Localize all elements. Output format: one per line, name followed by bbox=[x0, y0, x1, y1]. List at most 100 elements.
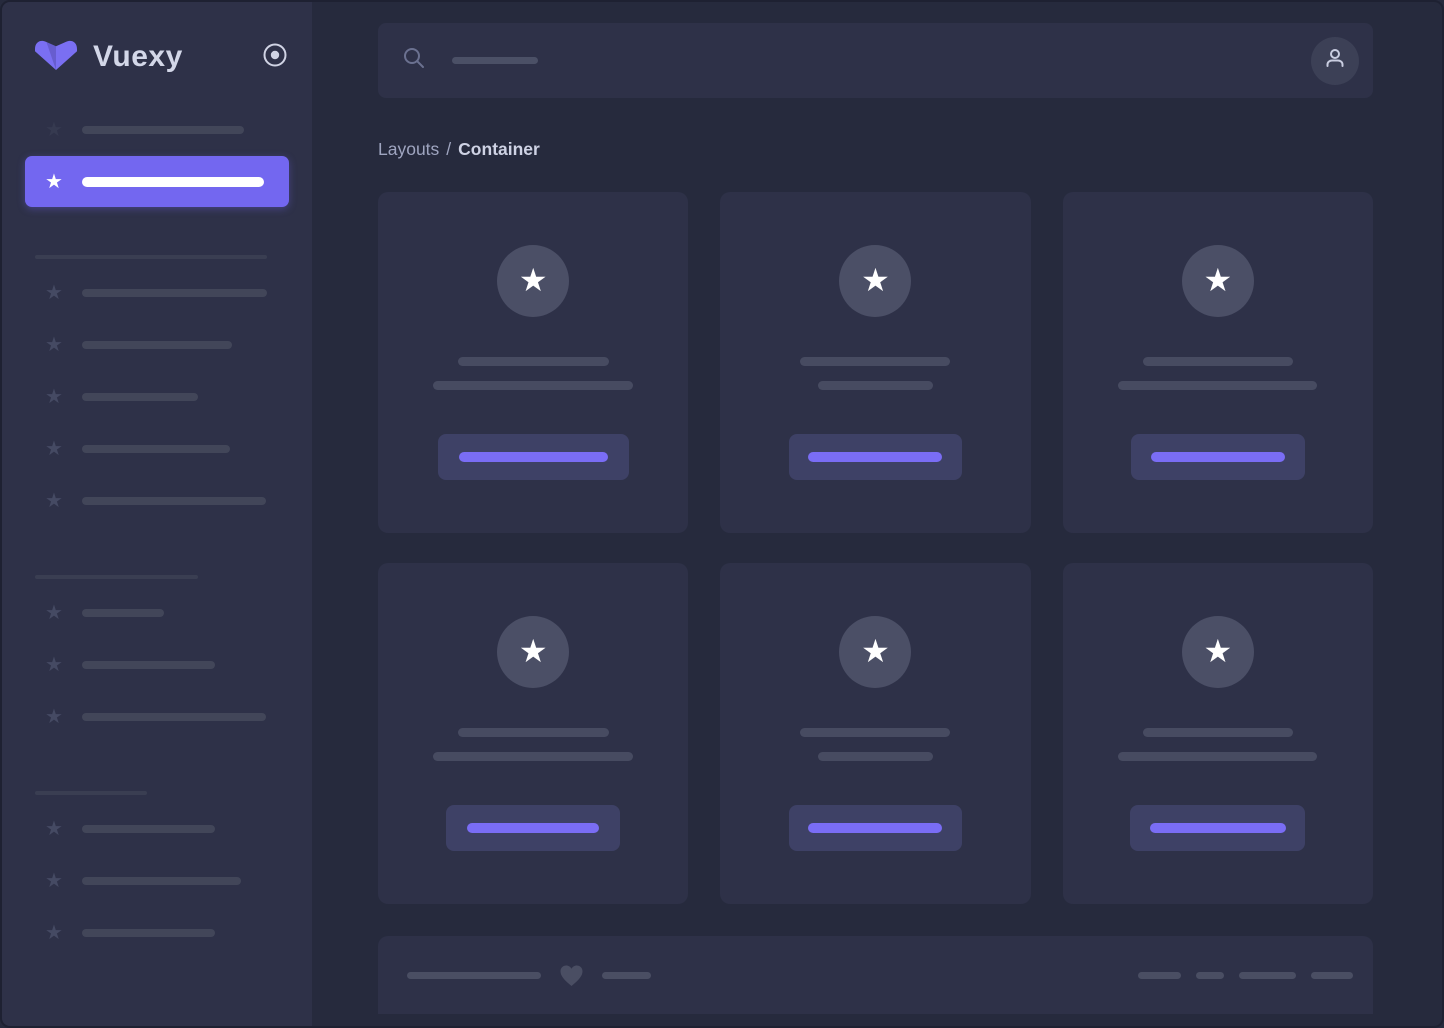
menu-label-placeholder bbox=[82, 661, 215, 669]
star-icon: ★ bbox=[45, 706, 63, 728]
star-icon: ★ bbox=[45, 922, 63, 944]
footer-link-placeholder bbox=[1239, 971, 1296, 979]
card-subtitle-placeholder bbox=[1118, 381, 1318, 390]
menu-label-placeholder bbox=[82, 341, 232, 349]
footer-link-placeholder bbox=[1138, 971, 1181, 979]
search-input[interactable] bbox=[402, 46, 1311, 75]
card-button[interactable] bbox=[788, 805, 962, 851]
menu-label-placeholder bbox=[82, 289, 267, 297]
heading-placeholder-bar bbox=[35, 575, 198, 579]
sidebar-item[interactable]: ★ bbox=[2, 639, 312, 691]
sidebar-item[interactable]: ★ bbox=[2, 267, 312, 319]
star-icon: ★ bbox=[861, 261, 890, 298]
star-icon: ★ bbox=[45, 334, 63, 356]
card-avatar: ★ bbox=[839, 245, 912, 317]
card-title-placeholder bbox=[1142, 357, 1293, 366]
button-label-placeholder bbox=[458, 452, 608, 462]
button-label-placeholder bbox=[1150, 452, 1285, 462]
star-icon: ★ bbox=[45, 119, 63, 141]
card-title-placeholder bbox=[457, 728, 609, 737]
sidebar-section-heading bbox=[35, 575, 312, 579]
card-button[interactable] bbox=[446, 805, 621, 851]
footer-link-placeholder bbox=[1196, 971, 1224, 979]
menu-pin-toggle[interactable] bbox=[262, 42, 288, 73]
menu-label-placeholder bbox=[82, 713, 266, 721]
sidebar-item[interactable]: ★ bbox=[2, 691, 312, 743]
person-icon bbox=[1322, 45, 1348, 76]
button-label-placeholder bbox=[808, 452, 943, 462]
card-grid: ★ ★ ★ ★ ★ ★ bbox=[378, 192, 1373, 904]
star-icon: ★ bbox=[45, 438, 63, 460]
menu-label-placeholder bbox=[82, 393, 198, 401]
star-icon: ★ bbox=[45, 602, 63, 624]
top-navbar bbox=[378, 23, 1373, 98]
card-button[interactable] bbox=[437, 434, 629, 480]
breadcrumb-link-parent[interactable]: Layouts bbox=[378, 139, 439, 159]
star-icon: ★ bbox=[45, 654, 63, 676]
brand-text: Vuexy bbox=[93, 40, 183, 73]
sidebar-item[interactable]: ★ bbox=[2, 371, 312, 423]
star-icon: ★ bbox=[45, 170, 63, 193]
star-icon: ★ bbox=[45, 818, 63, 840]
card-subtitle-placeholder bbox=[433, 381, 634, 390]
sidebar-item[interactable]: ★ bbox=[2, 587, 312, 639]
heading-placeholder-bar bbox=[35, 791, 147, 795]
card-subtitle-placeholder bbox=[433, 752, 634, 761]
footer-text-placeholder bbox=[602, 971, 651, 979]
menu-label-placeholder bbox=[82, 445, 230, 453]
breadcrumb: Layouts / Container bbox=[378, 139, 1373, 160]
menu-label-placeholder bbox=[82, 825, 215, 833]
card-avatar: ★ bbox=[839, 616, 912, 688]
card-title-placeholder bbox=[800, 357, 951, 366]
footer-link-placeholder bbox=[1311, 971, 1353, 979]
card: ★ bbox=[378, 192, 689, 533]
star-icon: ★ bbox=[45, 386, 63, 408]
sidebar-item[interactable]: ★ bbox=[2, 803, 312, 855]
card-subtitle-placeholder bbox=[817, 752, 933, 761]
card: ★ bbox=[1062, 563, 1373, 904]
sidebar-item[interactable]: ★ bbox=[2, 104, 312, 156]
star-icon: ★ bbox=[45, 490, 63, 512]
sidebar-item[interactable]: ★ bbox=[2, 475, 312, 527]
card-avatar: ★ bbox=[497, 616, 570, 688]
star-icon: ★ bbox=[861, 632, 890, 669]
star-icon: ★ bbox=[518, 261, 548, 298]
card: ★ bbox=[1062, 192, 1373, 533]
menu-label-placeholder bbox=[82, 877, 241, 885]
sidebar-section-heading bbox=[35, 791, 312, 795]
sidebar-item[interactable]: ★ bbox=[2, 907, 312, 959]
card: ★ bbox=[720, 192, 1031, 533]
sidebar-section-heading bbox=[35, 255, 312, 259]
main-content: Layouts / Container ★ ★ ★ ★ ★ ★ bbox=[312, 2, 1442, 1026]
button-label-placeholder bbox=[808, 823, 943, 833]
card: ★ bbox=[720, 563, 1031, 904]
sidebar-item-active[interactable]: ★ bbox=[25, 156, 289, 207]
radio-circle-icon bbox=[262, 42, 288, 73]
card-button[interactable] bbox=[788, 434, 962, 480]
card-title-placeholder bbox=[800, 728, 951, 737]
sidebar-item[interactable]: ★ bbox=[2, 423, 312, 475]
card: ★ bbox=[378, 563, 689, 904]
heart-icon bbox=[559, 964, 584, 987]
card-button[interactable] bbox=[1130, 805, 1306, 851]
breadcrumb-current: Container bbox=[458, 139, 540, 159]
star-icon: ★ bbox=[518, 632, 548, 669]
star-icon: ★ bbox=[45, 282, 63, 304]
star-icon: ★ bbox=[1203, 632, 1233, 669]
card-avatar: ★ bbox=[497, 245, 570, 317]
sidebar: Vuexy ★ ★ ★ ★ ★ ★ ★ ★ ★ ★ ★ ★ ★ bbox=[2, 2, 312, 1026]
star-icon: ★ bbox=[45, 870, 63, 892]
card-button[interactable] bbox=[1130, 434, 1305, 480]
sidebar-item[interactable]: ★ bbox=[2, 319, 312, 371]
card-avatar: ★ bbox=[1181, 245, 1254, 317]
card-avatar: ★ bbox=[1181, 616, 1254, 688]
card-subtitle-placeholder bbox=[1118, 752, 1318, 761]
button-label-placeholder bbox=[1149, 823, 1286, 833]
menu-label-placeholder bbox=[82, 929, 215, 937]
user-avatar-button[interactable] bbox=[1311, 36, 1359, 85]
menu-label-placeholder bbox=[82, 126, 244, 134]
breadcrumb-separator: / bbox=[446, 139, 452, 159]
search-placeholder-bar bbox=[452, 57, 538, 64]
sidebar-item[interactable]: ★ bbox=[2, 855, 312, 907]
card-title-placeholder bbox=[1142, 728, 1293, 737]
